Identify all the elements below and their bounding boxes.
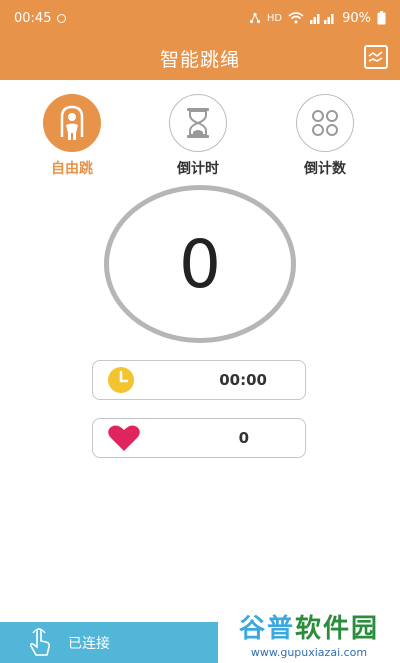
battery-percent: 90% bbox=[342, 10, 371, 26]
page-title: 智能跳绳 bbox=[159, 48, 240, 71]
heart-icon bbox=[108, 425, 140, 451]
connection-status: 已连接 bbox=[68, 635, 110, 652]
battery-icon bbox=[377, 11, 386, 25]
line-chart-icon bbox=[368, 51, 383, 62]
mode-countdown-count[interactable]: 倒计数 bbox=[285, 94, 365, 178]
heart-rate-value: 0 bbox=[238, 429, 249, 447]
mode-free-jump-label: 自由跳 bbox=[51, 161, 93, 177]
signal-icon bbox=[310, 14, 334, 24]
watermark-title-part2: 软件园 bbox=[295, 614, 380, 644]
site-watermark: 谷普软件园 www.gupuxiazai.com bbox=[218, 600, 400, 663]
mode-countdown-count-label: 倒计数 bbox=[304, 161, 346, 177]
mode-free-jump-circle bbox=[43, 94, 101, 152]
status-time: 00:45 bbox=[14, 10, 52, 26]
network-share-icon bbox=[249, 12, 260, 24]
mode-countdown-timer-circle bbox=[169, 94, 227, 152]
elapsed-time-value: 00:00 bbox=[219, 371, 267, 389]
watermark-title: 谷普软件园 bbox=[218, 608, 400, 645]
app-bar: 智能跳绳 bbox=[0, 36, 400, 80]
history-chart-button[interactable] bbox=[364, 45, 388, 69]
clock-icon bbox=[108, 367, 134, 393]
watermark-url: www.gupuxiazai.com bbox=[250, 646, 368, 659]
dots-grid-icon bbox=[312, 110, 338, 136]
mode-countdown-count-circle bbox=[296, 94, 354, 152]
mode-countdown-timer[interactable]: 倒计时 bbox=[158, 94, 238, 178]
heart-rate-stat-box: 0 bbox=[92, 418, 306, 458]
mode-selector: 自由跳 倒计时 倒计数 bbox=[0, 94, 400, 177]
mode-free-jump[interactable]: 自由跳 bbox=[32, 94, 112, 178]
jumper-icon bbox=[60, 105, 84, 140]
mode-countdown-timer-label: 倒计时 bbox=[177, 161, 219, 177]
watermark-title-part1: 谷普 bbox=[238, 614, 295, 644]
hourglass-icon bbox=[187, 108, 209, 138]
wifi-icon bbox=[288, 12, 304, 24]
jump-counter: 0 bbox=[104, 185, 296, 343]
status-bar: 00:45 HD 90% bbox=[0, 0, 400, 36]
touch-hand-icon bbox=[29, 627, 50, 656]
network-type: HD bbox=[266, 12, 283, 24]
time-stat-box: 00:00 bbox=[92, 360, 306, 400]
dnd-icon bbox=[57, 13, 67, 23]
jump-count-value: 0 bbox=[179, 225, 221, 303]
